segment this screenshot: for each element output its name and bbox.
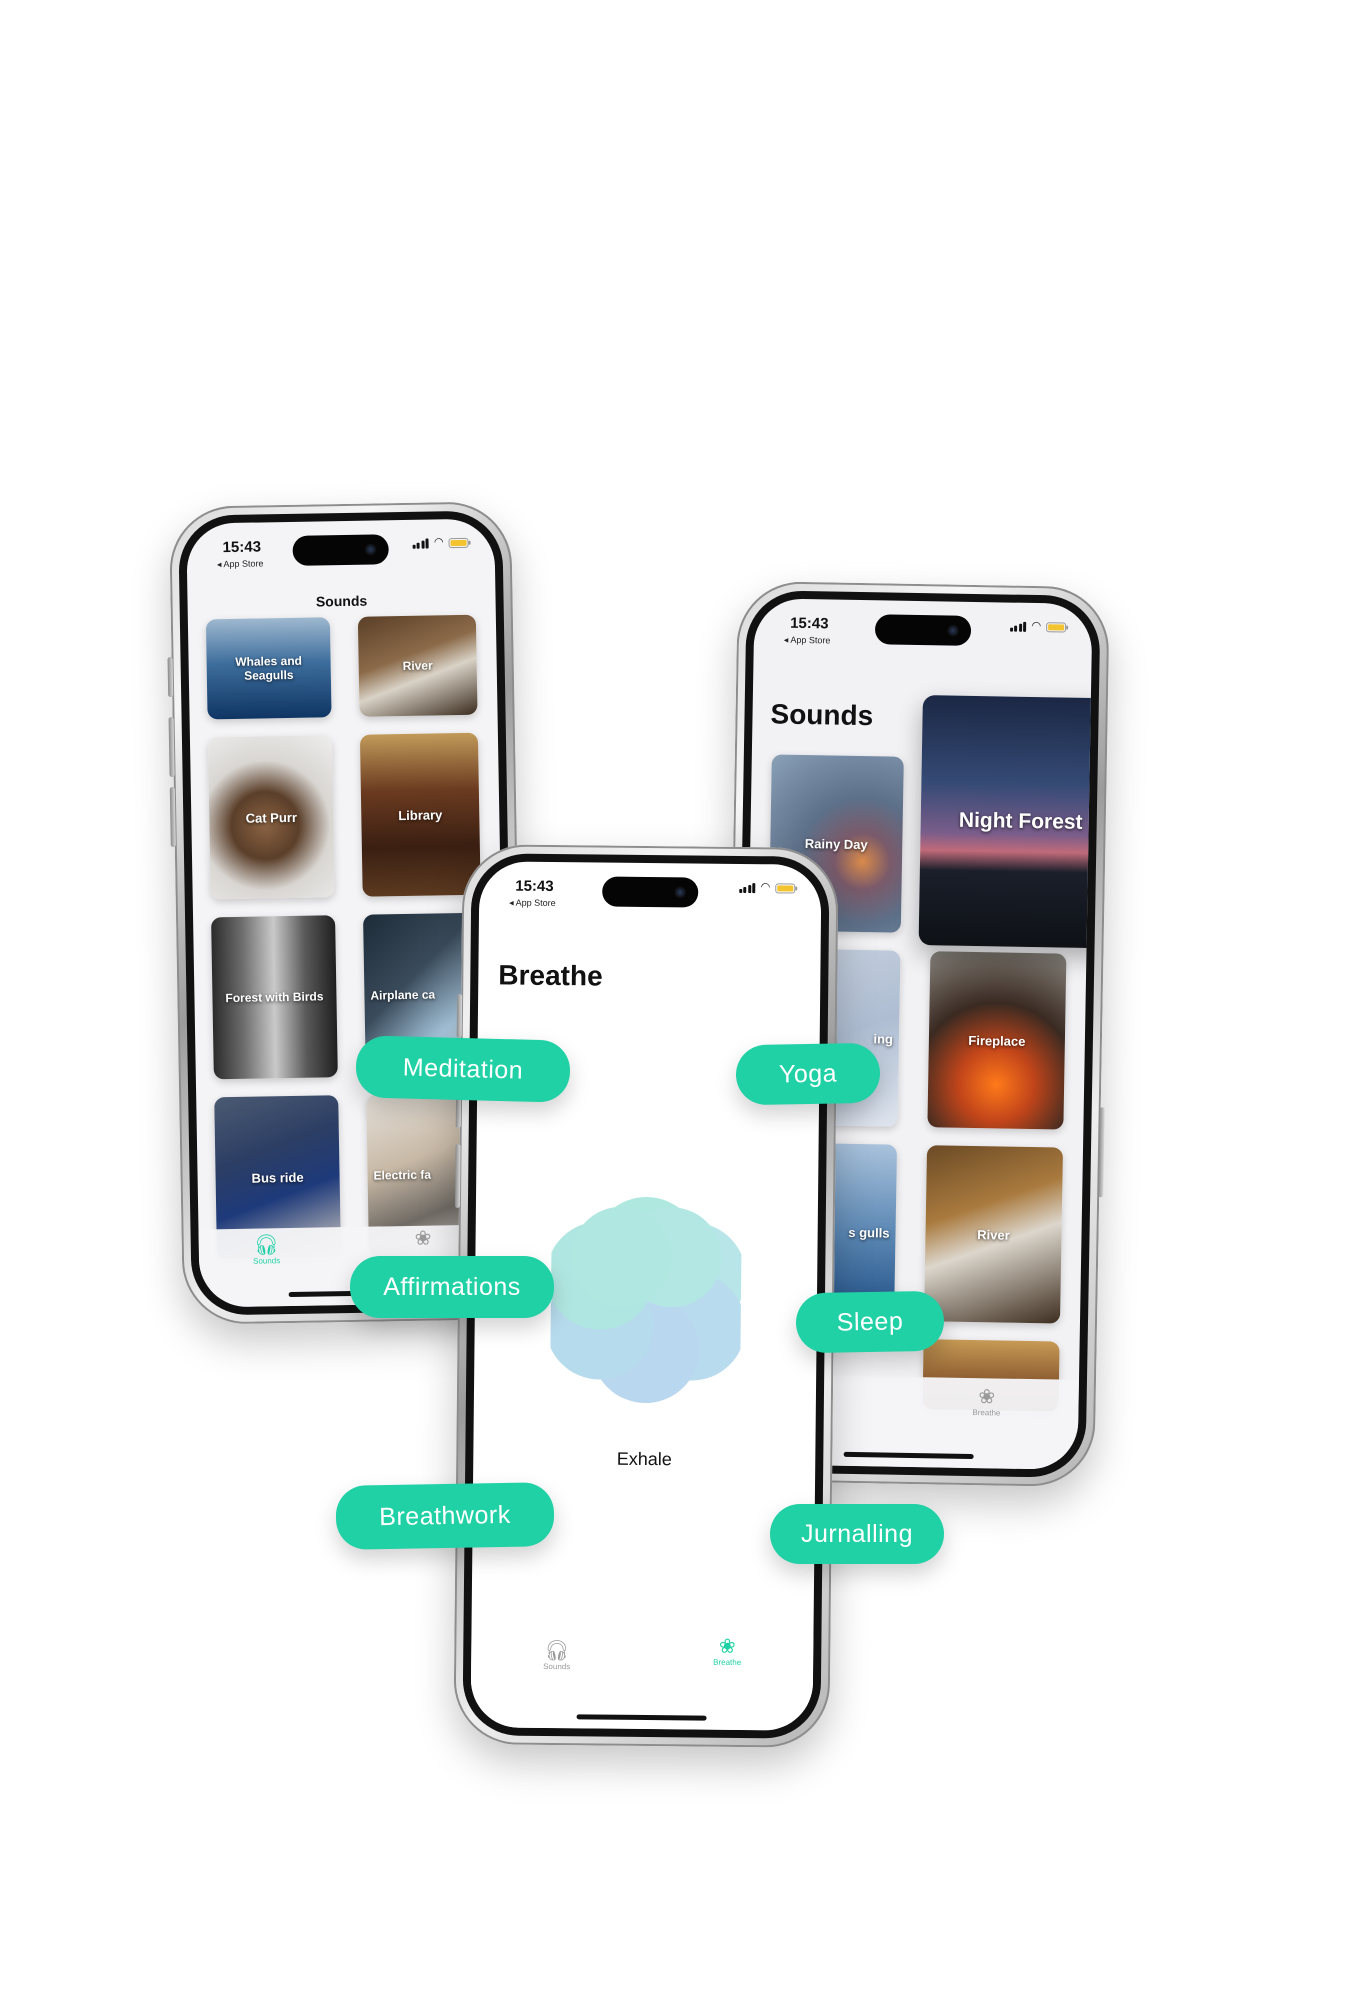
page-title: Sounds xyxy=(770,698,874,732)
wifi-icon: ◠ xyxy=(433,536,444,549)
back-to-app-store-link[interactable]: ◂ App Store xyxy=(509,898,556,909)
status-time: 15:43 xyxy=(790,614,829,633)
tile-label: Fireplace xyxy=(968,1032,1026,1049)
pill-affirmations[interactable]: Affirmations xyxy=(350,1256,554,1318)
status-time: 15:43 xyxy=(222,538,262,557)
tile-label: River xyxy=(402,658,433,673)
sound-tile-cat-purr[interactable]: Cat Purr xyxy=(207,735,335,900)
side-button xyxy=(167,657,174,698)
tab-sounds[interactable]: 🎧︎ Sounds xyxy=(252,1234,281,1266)
tile-label: Rainy Day xyxy=(804,835,868,852)
tile-label: Electric fa xyxy=(373,1167,432,1183)
nav-title: Sounds xyxy=(315,592,368,610)
signal-icon xyxy=(739,882,756,894)
pill-breathwork[interactable]: Breathwork xyxy=(335,1482,555,1550)
tile-label: Whales and Seagulls xyxy=(235,653,303,683)
tab-breathe[interactable]: ❀ xyxy=(415,1228,432,1250)
pill-yoga[interactable]: Yoga xyxy=(735,1042,881,1106)
dynamic-island xyxy=(874,614,972,646)
tile-label: s gulls xyxy=(848,1224,890,1241)
lotus-icon: ❀ xyxy=(718,1635,736,1658)
tab-breathe[interactable]: ❀ Breathe xyxy=(713,1636,741,1667)
sound-tile-fireplace[interactable]: Fireplace xyxy=(927,951,1067,1130)
tile-label: Library xyxy=(398,806,443,823)
headphones-icon: 🎧︎ xyxy=(253,1234,280,1257)
side-button xyxy=(1098,1107,1105,1198)
page-title: Breathe xyxy=(498,959,603,992)
tile-label: Forest with Birds xyxy=(225,989,324,1006)
tile-label: River xyxy=(977,1226,1010,1243)
signal-icon xyxy=(412,538,430,549)
signal-icon xyxy=(1009,621,1027,632)
dynamic-island xyxy=(602,876,699,908)
tab-breathe[interactable]: ❀ Breathe xyxy=(972,1386,1001,1417)
side-button xyxy=(454,1143,461,1209)
pill-jurnalling[interactable]: Jurnalling xyxy=(770,1504,944,1564)
tile-label: ing xyxy=(873,1030,894,1047)
pill-sleep[interactable]: Sleep xyxy=(795,1290,945,1354)
battery-icon xyxy=(775,882,796,894)
breath-state-label: Exhale xyxy=(616,1448,672,1470)
pill-meditation[interactable]: Meditation xyxy=(355,1035,571,1103)
home-indicator xyxy=(576,1714,707,1721)
wifi-icon: ◠ xyxy=(760,881,771,894)
wifi-icon: ◠ xyxy=(1031,619,1042,633)
sound-tile-night-forest[interactable]: Night Forest xyxy=(918,695,1093,949)
tile-label: Bus ride xyxy=(251,1169,304,1186)
back-to-app-store-link[interactable]: ◂ App Store xyxy=(784,635,831,647)
tab-label: Sounds xyxy=(252,1256,281,1266)
tile-label: Cat Purr xyxy=(245,809,298,826)
lotus-icon: ❀ xyxy=(978,1386,996,1409)
headphones-icon: 🎧︎ xyxy=(544,1639,570,1663)
battery-icon xyxy=(1046,621,1067,633)
tile-label: Night Forest xyxy=(958,808,1083,834)
tab-label: Sounds xyxy=(543,1661,571,1672)
battery-icon xyxy=(448,537,469,548)
tab-sounds[interactable]: 🎧︎ Sounds xyxy=(543,1640,570,1671)
tab-bar: 🎧︎ Sounds ❀ Breathe xyxy=(470,1631,814,1731)
status-time: 15:43 xyxy=(515,877,554,896)
side-button xyxy=(168,716,175,778)
tile-label: Airplane ca xyxy=(370,987,436,1003)
sound-tile-library[interactable]: Library xyxy=(359,732,481,897)
home-indicator xyxy=(843,1451,974,1460)
sound-tile-river[interactable]: River xyxy=(357,614,478,717)
tab-label: Breathe xyxy=(713,1657,742,1668)
sound-tile-river[interactable]: River xyxy=(923,1145,1064,1324)
side-button xyxy=(456,994,463,1039)
sound-tile-forest-birds[interactable]: Forest with Birds xyxy=(211,915,338,1080)
tab-label: Breathe xyxy=(972,1408,1001,1418)
sound-tile-whales[interactable]: Whales and Seagulls xyxy=(205,617,332,720)
dynamic-island xyxy=(292,534,389,566)
side-button xyxy=(169,786,176,848)
breathing-flower-icon xyxy=(549,1197,743,1403)
lotus-icon: ❀ xyxy=(414,1227,432,1250)
back-to-app-store-link[interactable]: ◂ App Store xyxy=(217,558,264,570)
